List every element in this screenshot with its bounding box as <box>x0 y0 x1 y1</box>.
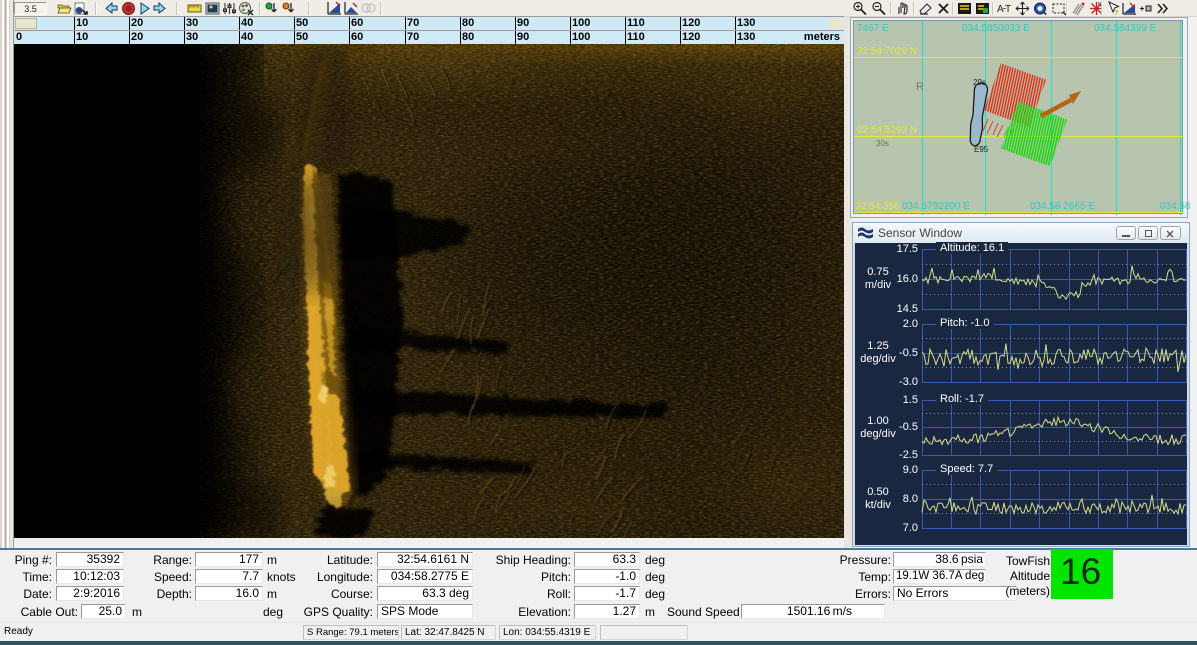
svg-text:?: ? <box>1114 10 1118 16</box>
svg-text:29s: 29s <box>973 78 986 87</box>
svg-text:E95: E95 <box>974 145 989 154</box>
svg-text:A: A <box>997 4 1004 15</box>
svg-text:T: T <box>1005 4 1011 15</box>
